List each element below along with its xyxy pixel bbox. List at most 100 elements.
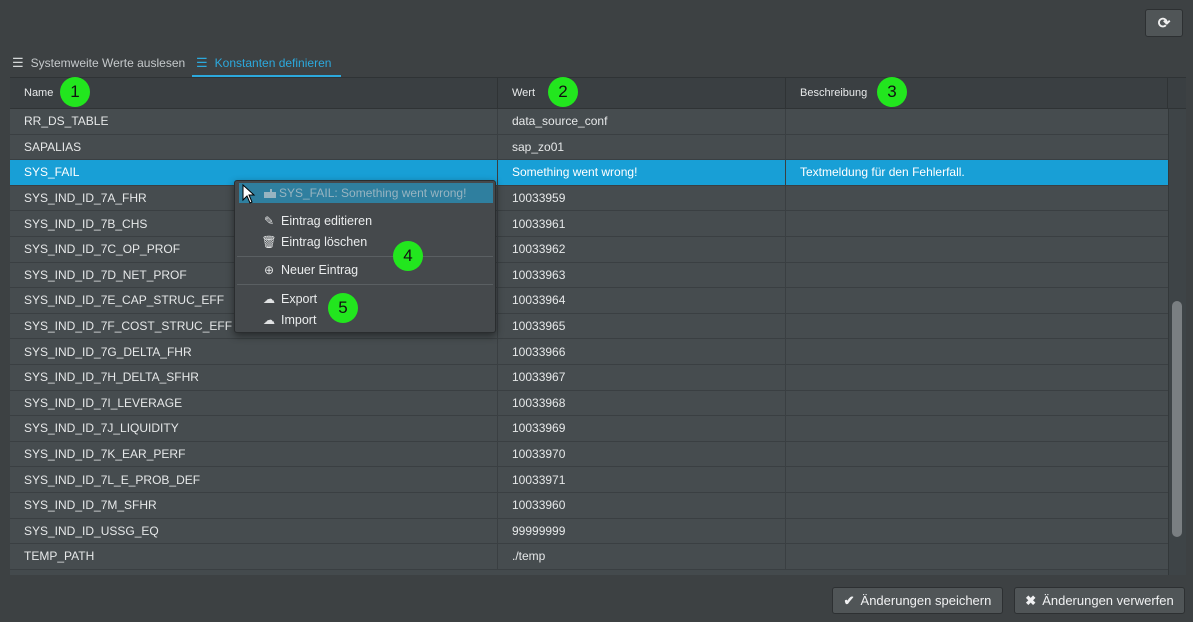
menu-item-eintrag-loeschen[interactable]: 🗑 Eintrag löschen xyxy=(261,232,367,252)
menu-item-import[interactable]: ☁ Import xyxy=(261,310,316,330)
annotation-badge-5: 5 xyxy=(328,293,358,323)
cell-description xyxy=(786,416,1168,441)
annotation-badge-1: 1 xyxy=(60,77,90,107)
menu-item-eintrag-editieren[interactable]: ✎ Eintrag editieren xyxy=(261,211,372,231)
cell-name: SYS_IND_ID_7G_DELTA_FHR xyxy=(10,339,498,364)
cell-name: SYS_IND_ID_7H_DELTA_SFHR xyxy=(10,364,498,390)
table-row[interactable]: SYS_IND_ID_USSG_EQ 99999999 xyxy=(10,518,1168,545)
menu-item-label: Export xyxy=(281,292,318,306)
cloud-upload-icon: ☁ xyxy=(263,313,275,327)
context-menu-header: SYS_FAIL: Something went wrong! xyxy=(239,183,493,203)
cell-value: 10033959 xyxy=(498,185,786,211)
cell-description xyxy=(786,467,1168,492)
annotation-badge-3: 3 xyxy=(877,77,907,107)
constants-table: Name Wert Beschreibung RR_DS_TABLE data_s… xyxy=(10,77,1186,575)
menu-item-label: Eintrag editieren xyxy=(281,214,373,228)
cell-value: 10033967 xyxy=(498,364,786,390)
annotation-badge-4: 4 xyxy=(393,241,423,271)
table-row[interactable]: RR_DS_TABLE data_source_conf xyxy=(10,109,1168,135)
save-changes-label: Änderungen speichern xyxy=(860,593,992,608)
cell-name: SYS_IND_ID_7L_E_PROB_DEF xyxy=(10,467,498,492)
cell-description xyxy=(786,365,1168,390)
scrollbar-thumb[interactable] xyxy=(1172,301,1182,537)
table-row[interactable]: SYS_IND_ID_7K_EAR_PERF 10033970 xyxy=(10,441,1168,468)
tab-label: Systemweite Werte auslesen xyxy=(30,56,186,70)
cell-description xyxy=(786,519,1168,544)
table-row[interactable]: SYS_IND_ID_7L_E_PROB_DEF 10033971 xyxy=(10,467,1168,493)
cell-name: SYS_IND_ID_7K_EAR_PERF xyxy=(10,441,498,467)
table-row[interactable]: SYS_IND_ID_7E_CAP_STRUC_EFF 10033964 xyxy=(10,288,1168,314)
discard-changes-button[interactable]: ✖ Änderungen verwerfen xyxy=(1014,587,1185,614)
cell-name: SYS_IND_ID_USSG_EQ xyxy=(10,518,498,544)
cell-description xyxy=(786,544,1168,569)
cloud-download-icon: ☁ xyxy=(263,292,275,306)
tab-konstanten-definieren[interactable]: ☰ Konstanten definieren xyxy=(192,50,342,77)
list-icon: ☰ xyxy=(196,54,208,70)
table-row[interactable]: SYS_IND_ID_7B_CHS 10033961 xyxy=(10,211,1168,237)
discard-changes-label: Änderungen verwerfen xyxy=(1042,593,1174,608)
cell-name: RR_DS_TABLE xyxy=(10,109,498,134)
menu-divider xyxy=(237,256,493,257)
cell-name: TEMP_PATH xyxy=(10,544,498,569)
menu-item-export[interactable]: ☁ Export xyxy=(261,289,317,309)
cell-description xyxy=(786,186,1168,211)
table-row[interactable]: SYS_IND_ID_7C_OP_PROF 10033962 xyxy=(10,236,1168,263)
table-row[interactable]: SYS_IND_ID_7A_FHR 10033959 xyxy=(10,185,1168,212)
cell-description xyxy=(786,339,1168,364)
cell-description xyxy=(786,109,1168,134)
hand-pointer-icon xyxy=(264,189,276,198)
menu-item-neuer-eintrag[interactable]: ⊕ Neuer Eintrag xyxy=(261,260,358,280)
table-row[interactable]: SAPALIAS sap_zo01 xyxy=(10,134,1168,161)
tab-systemweite-werte[interactable]: ☰ Systemweite Werte auslesen xyxy=(12,50,185,76)
context-menu-header-label: SYS_FAIL: Something went wrong! xyxy=(279,186,467,200)
cell-description xyxy=(786,442,1168,467)
cell-value: data_source_conf xyxy=(498,109,786,134)
table-row[interactable]: TEMP_PATH ./temp xyxy=(10,544,1168,570)
mouse-cursor-icon xyxy=(242,184,256,204)
table-row[interactable]: SYS_FAIL Something went wrong! Textmeldung… xyxy=(10,160,1168,186)
cell-value: 10033963 xyxy=(498,262,786,288)
times-icon: ✖ xyxy=(1025,592,1037,608)
column-header-label: Beschreibung xyxy=(800,87,868,99)
table-row[interactable]: SYS_IND_ID_7F_COST_STRUC_EFF 10033965 xyxy=(10,313,1168,340)
check-icon: ✔ xyxy=(843,592,855,608)
cell-value: sap_zo01 xyxy=(498,134,786,160)
pencil-icon: ✎ xyxy=(263,214,275,228)
table-row[interactable]: SYS_IND_ID_7I_LEVERAGE 10033968 xyxy=(10,390,1168,417)
table-header: Name Wert Beschreibung xyxy=(10,78,1186,109)
cell-value: 10033968 xyxy=(498,390,786,416)
column-header-wert[interactable]: Wert xyxy=(498,78,786,108)
refresh-button[interactable]: ⟳ xyxy=(1145,9,1183,37)
tab-bar: ☰ Systemweite Werte auslesen ☰ Konstante… xyxy=(10,50,1186,77)
column-header-beschreibung[interactable]: Beschreibung xyxy=(786,78,1168,108)
cell-description xyxy=(786,314,1168,339)
menu-divider xyxy=(237,284,493,285)
cell-description xyxy=(786,288,1168,313)
table-row[interactable]: SYS_IND_ID_7H_DELTA_SFHR 10033967 xyxy=(10,364,1168,391)
vertical-scrollbar[interactable] xyxy=(1168,109,1186,575)
refresh-icon: ⟳ xyxy=(1157,15,1171,32)
cell-description xyxy=(786,211,1168,236)
column-header-label: Wert xyxy=(512,87,536,99)
cell-value: 10033970 xyxy=(498,441,786,467)
table-row[interactable]: SYS_IND_ID_7M_SFHR 10033960 xyxy=(10,492,1168,519)
column-header-label: Name xyxy=(24,87,54,99)
menu-item-label: Eintrag löschen xyxy=(281,235,368,249)
plus-circle-icon: ⊕ xyxy=(263,263,275,277)
table-body: RR_DS_TABLE data_source_conf SAPALIAS sap_z… xyxy=(10,109,1168,570)
cell-value: 10033965 xyxy=(498,313,786,339)
table-row[interactable]: SYS_IND_ID_7J_LIQUIDITY 10033969 xyxy=(10,416,1168,442)
cell-description: Textmeldung für den Fehlerfall. xyxy=(800,165,965,180)
cell-description xyxy=(786,135,1168,160)
save-changes-button[interactable]: ✔ Änderungen speichern xyxy=(832,587,1003,614)
cell-description xyxy=(786,237,1168,262)
cell-description xyxy=(786,493,1168,518)
trash-icon: 🗑 xyxy=(261,235,277,249)
menu-item-label: Neuer Eintrag xyxy=(281,263,359,277)
table-row[interactable]: SYS_IND_ID_7G_DELTA_FHR 10033966 xyxy=(10,339,1168,365)
cell-value: 10033969 xyxy=(498,416,786,441)
cell-value: 10033971 xyxy=(498,467,786,492)
table-row[interactable]: SYS_IND_ID_7D_NET_PROF 10033963 xyxy=(10,262,1168,289)
cell-value: ./temp xyxy=(498,544,786,569)
cell-value: 10033962 xyxy=(498,236,786,262)
